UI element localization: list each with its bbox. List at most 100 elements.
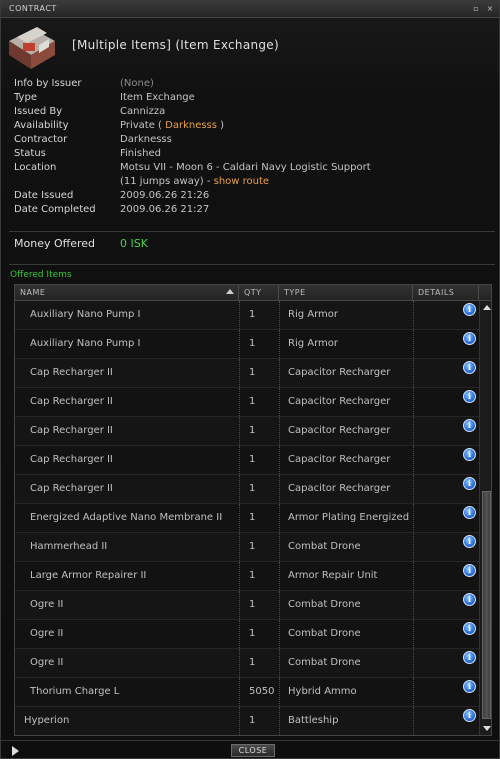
availability-value: Private ( Darknesss ) bbox=[120, 119, 224, 133]
info-row-date-completed: Date Completed 2009.06.26 21:27 bbox=[14, 203, 484, 217]
table-row[interactable]: Ogre II 1 Combat Drone i bbox=[15, 591, 479, 620]
show-info-icon[interactable]: i bbox=[463, 361, 476, 374]
scroll-down-icon[interactable] bbox=[483, 726, 491, 731]
scroll-up-icon[interactable] bbox=[483, 305, 491, 310]
jumps-text: (11 jumps away) - bbox=[120, 176, 214, 187]
info-row-availability: Availability Private ( Darknesss ) bbox=[14, 119, 484, 133]
table-row[interactable]: Hammerhead II 1 Combat Drone i bbox=[15, 533, 479, 562]
table-rows: Auxiliary Nano Pump I 1 Rig Armor i Auxilia… bbox=[15, 301, 479, 735]
item-name: Energized Adaptive Nano Membrane II bbox=[30, 512, 223, 523]
show-info-icon[interactable]: i bbox=[463, 303, 476, 316]
column-header-name[interactable]: NAME bbox=[15, 285, 239, 301]
info-row-contractor: Contractor Darknesss bbox=[14, 133, 484, 147]
item-type: Hybrid Ammo bbox=[288, 686, 357, 697]
show-info-icon[interactable]: i bbox=[463, 535, 476, 548]
show-info-icon[interactable]: i bbox=[463, 506, 476, 519]
table-row[interactable]: Auxiliary Nano Pump I 1 Rig Armor i bbox=[15, 330, 479, 359]
item-qty: 1 bbox=[249, 599, 256, 610]
item-type: Combat Drone bbox=[288, 657, 361, 668]
table-row[interactable]: Cap Recharger II 1 Capacitor Recharger i bbox=[15, 359, 479, 388]
show-info-icon[interactable]: i bbox=[463, 651, 476, 664]
location-link[interactable]: Motsu VII - Moon 6 - Caldari Navy Logist… bbox=[120, 161, 371, 175]
column-divider bbox=[279, 562, 280, 590]
column-divider bbox=[279, 533, 280, 561]
item-name: Ogre II bbox=[30, 657, 64, 668]
close-button[interactable]: CLOSE bbox=[231, 744, 275, 757]
issued-by-label: Issued By bbox=[14, 106, 63, 117]
column-divider bbox=[239, 301, 240, 329]
item-name: Cap Recharger II bbox=[30, 483, 113, 494]
table-row[interactable]: Energized Adaptive Nano Membrane II 1 Armo… bbox=[15, 504, 479, 533]
item-qty: 1 bbox=[249, 425, 256, 436]
column-divider bbox=[239, 417, 240, 445]
location-label: Location bbox=[14, 162, 57, 173]
show-info-icon[interactable]: i bbox=[463, 477, 476, 490]
item-name: Auxiliary Nano Pump I bbox=[30, 338, 141, 349]
window-titlebar[interactable]: CONTRACT ▫ × bbox=[1, 1, 499, 18]
table-row[interactable]: Hyperion 1 Battleship i bbox=[15, 707, 479, 735]
item-name: Hyperion bbox=[24, 715, 70, 726]
column-divider bbox=[413, 417, 414, 445]
table-row[interactable]: Auxiliary Nano Pump I 1 Rig Armor i bbox=[15, 301, 479, 330]
item-qty: 5050 bbox=[249, 686, 275, 697]
availability-label: Availability bbox=[14, 120, 69, 131]
show-info-icon[interactable]: i bbox=[463, 448, 476, 461]
table-scrollbar[interactable] bbox=[479, 301, 491, 735]
column-divider bbox=[239, 475, 240, 503]
item-name: Cap Recharger II bbox=[30, 425, 113, 436]
column-divider bbox=[413, 475, 414, 503]
table-row[interactable]: Ogre II 1 Combat Drone i bbox=[15, 620, 479, 649]
money-offered-value: 0 ISK bbox=[120, 237, 148, 250]
offered-items-table: NAME QTY TYPE DETAILS Auxiliary Nano Pum… bbox=[14, 284, 492, 736]
item-qty: 1 bbox=[249, 338, 256, 349]
column-divider bbox=[413, 620, 414, 648]
item-type: Capacitor Recharger bbox=[288, 454, 391, 465]
contractor-link[interactable]: Darknesss bbox=[120, 133, 172, 147]
show-info-icon[interactable]: i bbox=[463, 419, 476, 432]
column-divider bbox=[279, 591, 280, 619]
column-divider bbox=[413, 359, 414, 387]
item-qty: 1 bbox=[249, 541, 256, 552]
scrollbar-thumb[interactable] bbox=[482, 491, 491, 719]
table-row[interactable]: Cap Recharger II 1 Capacitor Recharger i bbox=[15, 388, 479, 417]
play-icon[interactable] bbox=[12, 746, 19, 756]
table-row[interactable]: Cap Recharger II 1 Capacitor Recharger i bbox=[15, 475, 479, 504]
column-divider bbox=[239, 504, 240, 532]
show-info-icon[interactable]: i bbox=[463, 332, 476, 345]
column-divider bbox=[413, 504, 414, 532]
table-row[interactable]: Cap Recharger II 1 Capacitor Recharger i bbox=[15, 417, 479, 446]
table-row[interactable]: Cap Recharger II 1 Capacitor Recharger i bbox=[15, 446, 479, 475]
column-divider bbox=[279, 707, 280, 735]
sort-ascending-icon bbox=[226, 289, 234, 294]
column-divider bbox=[279, 301, 280, 329]
info-row-type: Type Item Exchange bbox=[14, 91, 484, 105]
show-info-icon[interactable]: i bbox=[463, 593, 476, 606]
availability-name-link[interactable]: Darknesss bbox=[165, 120, 217, 131]
contract-info: Info by Issuer (None) Type Item Exchange… bbox=[14, 77, 484, 217]
show-route-link[interactable]: show route bbox=[214, 176, 269, 187]
close-window-icon[interactable]: × bbox=[485, 4, 495, 14]
table-row[interactable]: Ogre II 1 Combat Drone i bbox=[15, 649, 479, 678]
table-header: NAME QTY TYPE DETAILS bbox=[15, 285, 491, 301]
item-type: Capacitor Recharger bbox=[288, 425, 391, 436]
column-header-details[interactable]: DETAILS bbox=[413, 285, 479, 301]
show-info-icon[interactable]: i bbox=[463, 564, 476, 577]
info-row-status: Status Finished bbox=[14, 147, 484, 161]
show-info-icon[interactable]: i bbox=[463, 680, 476, 693]
show-info-icon[interactable]: i bbox=[463, 622, 476, 635]
column-divider bbox=[279, 330, 280, 358]
column-divider bbox=[239, 533, 240, 561]
column-header-qty[interactable]: QTY bbox=[239, 285, 279, 301]
column-divider bbox=[413, 562, 414, 590]
contract-title: [Multiple Items] (Item Exchange) bbox=[72, 38, 279, 52]
table-row[interactable]: Thorium Charge L 5050 Hybrid Ammo i bbox=[15, 678, 479, 707]
show-info-icon[interactable]: i bbox=[463, 709, 476, 722]
item-name: Cap Recharger II bbox=[30, 396, 113, 407]
column-divider bbox=[239, 388, 240, 416]
issuer-link[interactable]: Cannizza bbox=[120, 105, 165, 119]
show-info-icon[interactable]: i bbox=[463, 390, 476, 403]
table-row[interactable]: Large Armor Repairer II 1 Armor Repair Uni… bbox=[15, 562, 479, 591]
column-header-type[interactable]: TYPE bbox=[279, 285, 413, 301]
item-type: Battleship bbox=[288, 715, 339, 726]
minimize-icon[interactable]: ▫ bbox=[471, 4, 481, 14]
